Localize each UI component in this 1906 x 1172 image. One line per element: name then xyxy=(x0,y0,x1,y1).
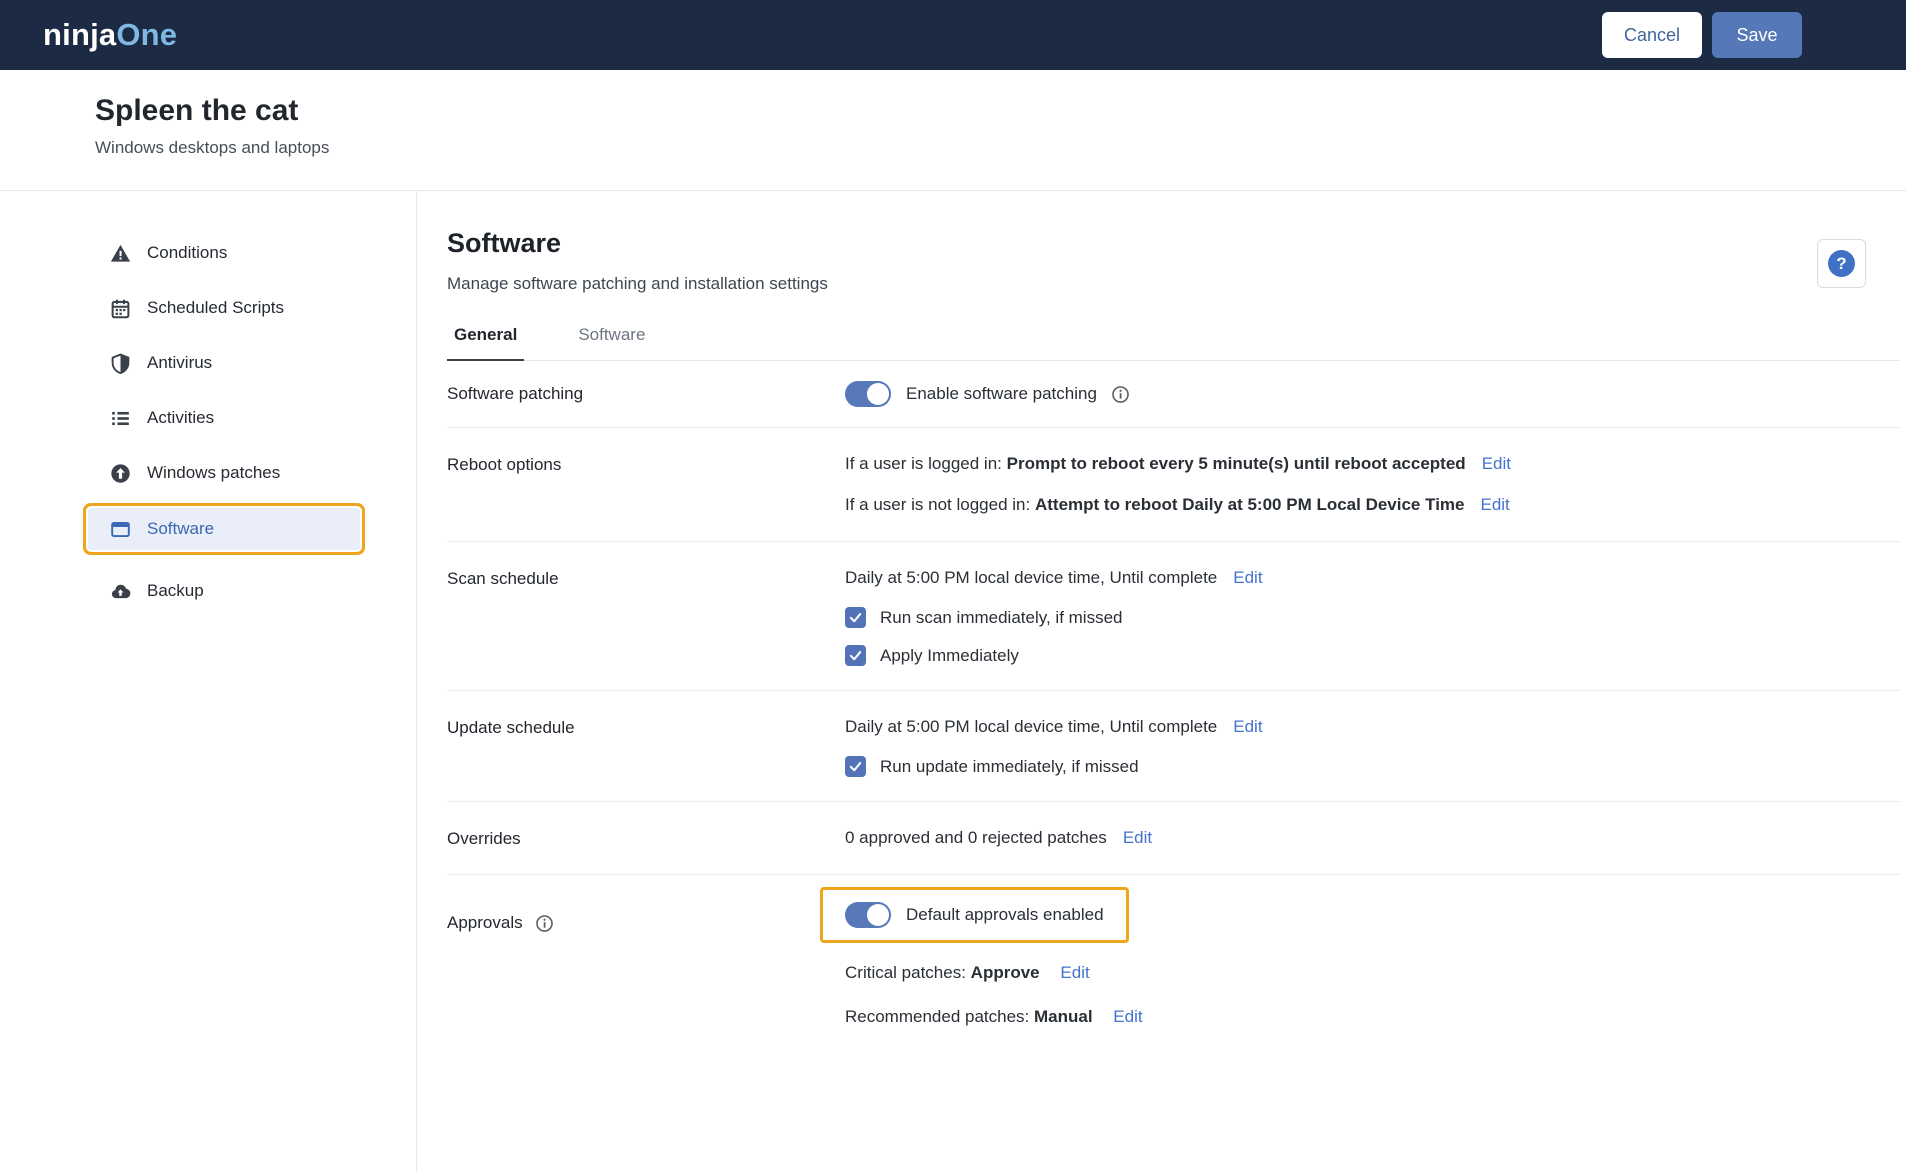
info-icon[interactable] xyxy=(1111,385,1130,404)
window-icon xyxy=(110,519,131,540)
reboot-logged-in-value: Prompt to reboot every 5 minute(s) until… xyxy=(1006,454,1466,473)
sidebar-item-label: Backup xyxy=(147,581,204,600)
overrides-value-line: 0 approved and 0 rejected patches Edit xyxy=(845,826,1900,850)
recommended-patches-edit-link[interactable]: Edit xyxy=(1113,1007,1142,1026)
run-update-if-missed-checkbox[interactable] xyxy=(845,756,866,777)
sidebar: Conditions Scheduled Scripts Antivirus A… xyxy=(0,191,417,1172)
cloud-upload-icon xyxy=(110,581,131,602)
device-name: Spleen the cat xyxy=(95,94,299,127)
update-schedule-edit-link[interactable]: Edit xyxy=(1233,715,1262,739)
critical-patches-edit-link[interactable]: Edit xyxy=(1060,963,1089,982)
sidebar-item-label: Windows patches xyxy=(147,463,281,482)
row-update-schedule: Update schedule Daily at 5:00 PM local d… xyxy=(447,691,1900,802)
update-missed-checkbox-row: Run update immediately, if missed xyxy=(845,756,1900,777)
reboot-options-label: Reboot options xyxy=(447,455,562,474)
ninjaone-logo: ninjaOne xyxy=(43,17,177,53)
topbar-actions: Cancel Save xyxy=(1601,12,1802,58)
device-subtitle: Windows desktops and laptops xyxy=(95,138,330,157)
apply-immediately-checkbox-row: Apply Immediately xyxy=(845,645,1900,666)
reboot-logged-in-prefix: If a user is logged in: xyxy=(845,454,1002,473)
checkmark-icon xyxy=(849,651,862,661)
sidebar-item-activities[interactable]: Activities xyxy=(88,398,360,438)
overrides-edit-link[interactable]: Edit xyxy=(1123,826,1152,850)
tab-bar: General Software xyxy=(447,321,1900,361)
critical-patches-value: Approve xyxy=(970,963,1040,982)
sidebar-item-backup[interactable]: Backup xyxy=(88,571,360,611)
scan-schedule-value: Daily at 5:00 PM local device time, Unti… xyxy=(845,568,1218,587)
reboot-logged-in-line: If a user is logged in: Prompt to reboot… xyxy=(845,452,1900,476)
recommended-patches-line: Recommended patches: Manual Edit xyxy=(845,1005,1900,1029)
approvals-label-wrap: Approvals xyxy=(447,899,845,933)
sidebar-item-label: Activities xyxy=(147,408,215,427)
overrides-label: Overrides xyxy=(447,829,521,848)
sidebar-item-scheduled-scripts[interactable]: Scheduled Scripts xyxy=(88,288,360,328)
sidebar-item-software[interactable]: Software xyxy=(88,508,360,550)
recommended-patches-prefix: Recommended patches: xyxy=(845,1007,1034,1026)
critical-patches-line: Critical patches: Approve Edit xyxy=(845,961,1900,985)
calendar-icon xyxy=(110,298,131,319)
list-icon xyxy=(110,408,131,429)
reboot-not-logged-in-line: If a user is not logged in: Attempt to r… xyxy=(845,493,1900,517)
page-title: Software xyxy=(447,228,562,258)
row-software-patching: Software patching Enable software patchi… xyxy=(447,361,1900,428)
sidebar-item-label: Software xyxy=(147,519,215,538)
toggle-knob xyxy=(867,383,889,405)
tab-general[interactable]: General xyxy=(447,321,525,361)
sidebar-item-antivirus[interactable]: Antivirus xyxy=(88,343,360,383)
software-patching-toggle[interactable] xyxy=(845,381,891,407)
software-patching-label: Software patching xyxy=(447,384,584,403)
sidebar-item-label: Scheduled Scripts xyxy=(147,298,285,317)
default-approvals-toggle-label: Default approvals enabled xyxy=(906,905,1104,924)
scan-schedule-edit-link[interactable]: Edit xyxy=(1233,566,1262,590)
recommended-patches-value: Manual xyxy=(1034,1007,1093,1026)
shield-icon xyxy=(110,353,131,374)
save-button[interactable]: Save xyxy=(1712,12,1802,58)
sidebar-item-label: Conditions xyxy=(147,243,228,262)
approvals-highlight-box: Default approvals enabled xyxy=(820,887,1129,943)
logo-text-one: One xyxy=(116,17,178,52)
main-content: ? Software Manage software patching and … xyxy=(417,191,1906,1172)
reboot-logged-in-edit-link[interactable]: Edit xyxy=(1482,452,1511,476)
run-scan-if-missed-checkbox[interactable] xyxy=(845,607,866,628)
row-reboot-options: Reboot options If a user is logged in: P… xyxy=(447,428,1900,542)
toggle-knob xyxy=(867,904,889,926)
apply-immediately-checkbox[interactable] xyxy=(845,645,866,666)
update-schedule-value: Daily at 5:00 PM local device time, Unti… xyxy=(845,717,1218,736)
sidebar-item-windows-patches[interactable]: Windows patches xyxy=(88,453,360,493)
reboot-not-logged-in-edit-link[interactable]: Edit xyxy=(1480,493,1509,517)
approvals-label: Approvals xyxy=(447,913,523,932)
software-patching-toggle-label: Enable software patching xyxy=(906,384,1097,403)
apply-immediately-label: Apply Immediately xyxy=(880,645,1019,665)
sidebar-item-label: Antivirus xyxy=(147,353,213,372)
scan-schedule-label: Scan schedule xyxy=(447,569,559,588)
run-update-if-missed-label: Run update immediately, if missed xyxy=(880,756,1139,776)
cancel-button[interactable]: Cancel xyxy=(1601,12,1702,58)
update-schedule-label: Update schedule xyxy=(447,718,575,737)
default-approvals-toggle[interactable] xyxy=(845,902,891,928)
checkmark-icon xyxy=(849,762,862,772)
device-header: Spleen the cat Windows desktops and lapt… xyxy=(0,70,1906,191)
page-subtitle: Manage software patching and installatio… xyxy=(447,274,828,293)
top-bar: ninjaOne Cancel Save xyxy=(0,0,1906,70)
scan-schedule-value-line: Daily at 5:00 PM local device time, Unti… xyxy=(845,566,1900,590)
warning-triangle-icon xyxy=(110,243,131,264)
sidebar-item-conditions[interactable]: Conditions xyxy=(88,233,360,273)
row-scan-schedule: Scan schedule Daily at 5:00 PM local dev… xyxy=(447,542,1900,691)
critical-patches-prefix: Critical patches: xyxy=(845,963,971,982)
row-approvals: Approvals Default approvals enabled Crit… xyxy=(447,875,1900,1053)
info-icon[interactable] xyxy=(535,914,554,933)
help-button[interactable]: ? xyxy=(1817,239,1866,288)
row-overrides: Overrides 0 approved and 0 rejected patc… xyxy=(447,802,1900,875)
overrides-value: 0 approved and 0 rejected patches xyxy=(845,828,1107,847)
scan-missed-checkbox-row: Run scan immediately, if missed xyxy=(845,607,1900,628)
run-scan-if-missed-label: Run scan immediately, if missed xyxy=(880,607,1123,627)
tab-software[interactable]: Software xyxy=(571,321,652,360)
reboot-not-logged-in-prefix: If a user is not logged in: xyxy=(845,495,1031,514)
update-schedule-value-line: Daily at 5:00 PM local device time, Unti… xyxy=(845,715,1900,739)
checkmark-icon xyxy=(849,613,862,623)
reboot-not-logged-in-value: Attempt to reboot Daily at 5:00 PM Local… xyxy=(1034,495,1465,514)
arrow-up-circle-icon xyxy=(110,463,131,484)
logo-text-ninja: ninja xyxy=(43,17,117,52)
question-mark-icon: ? xyxy=(1828,250,1855,277)
